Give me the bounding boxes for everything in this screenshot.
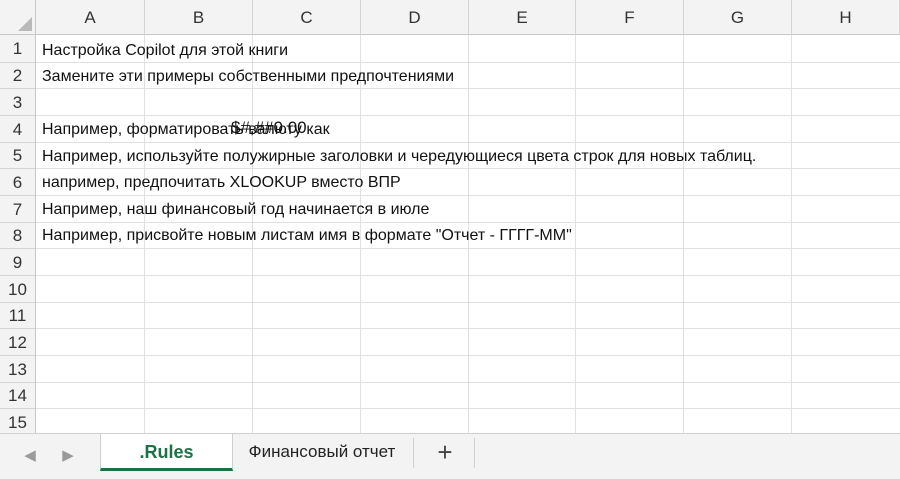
add-sheet-icon[interactable]: + bbox=[430, 438, 460, 468]
cell-a5[interactable]: Например, используйте полужирные заголов… bbox=[42, 144, 756, 170]
column-header-h[interactable]: H bbox=[792, 0, 900, 35]
row-header-9[interactable]: 9 bbox=[0, 249, 36, 276]
column-header-d[interactable]: D bbox=[361, 0, 469, 35]
gridline bbox=[575, 35, 576, 433]
column-header-f[interactable]: F bbox=[576, 0, 684, 35]
cell-a2[interactable]: Замените эти примеры собственными предпо… bbox=[42, 64, 454, 90]
row-header-4[interactable]: 4 bbox=[0, 116, 36, 143]
previous-sheet-icon[interactable]: ◀ bbox=[20, 444, 40, 468]
cell-a7[interactable]: Например, наш финансовый год начинается … bbox=[42, 197, 429, 223]
cell-a6[interactable]: например, предпочитать XLOOKUP вместо ВП… bbox=[42, 170, 401, 196]
column-header-a[interactable]: A bbox=[36, 0, 145, 35]
sheet-tab-rules[interactable]: .Rules bbox=[100, 434, 233, 471]
cell-a8[interactable]: Например, присвойте новым листам имя в ф… bbox=[42, 223, 572, 249]
row-header-10[interactable]: 10 bbox=[0, 276, 36, 303]
tab-divider bbox=[413, 438, 414, 468]
select-all-corner[interactable] bbox=[0, 0, 36, 35]
sheet-tab-bar: ◀ ▶ .Rules Финансовый отчет + bbox=[0, 433, 900, 479]
column-header-b[interactable]: B bbox=[145, 0, 253, 35]
gridline bbox=[36, 382, 900, 383]
row-header-11[interactable]: 11 bbox=[0, 303, 36, 329]
gridline bbox=[36, 408, 900, 409]
row-header-13[interactable]: 13 bbox=[0, 356, 36, 383]
row-header-7[interactable]: 7 bbox=[0, 196, 36, 223]
cell-a1[interactable]: Настройка Copilot для этой книги bbox=[42, 38, 288, 64]
row-header-3[interactable]: 3 bbox=[0, 89, 36, 116]
row-header-15[interactable]: 15 bbox=[0, 409, 36, 433]
row-header-12[interactable]: 12 bbox=[0, 329, 36, 356]
cell-a4-format-overlay: $#,##0.00 bbox=[231, 118, 307, 137]
next-sheet-icon[interactable]: ▶ bbox=[58, 444, 78, 468]
spreadsheet-grid[interactable]: A B C D E F G H 1 2 3 4 5 6 7 8 9 10 11 … bbox=[0, 0, 900, 433]
select-all-triangle-icon bbox=[18, 17, 32, 31]
tab-divider bbox=[474, 438, 475, 468]
row-header-8[interactable]: 8 bbox=[0, 223, 36, 249]
gridline bbox=[36, 275, 900, 276]
gridline bbox=[36, 328, 900, 329]
gridline bbox=[36, 355, 900, 356]
gridline bbox=[683, 35, 684, 433]
gridline bbox=[36, 302, 900, 303]
column-header-c[interactable]: C bbox=[253, 0, 361, 35]
column-header-e[interactable]: E bbox=[469, 0, 576, 35]
sheet-tab-financial-report[interactable]: Финансовый отчет bbox=[232, 434, 412, 470]
gridline bbox=[36, 115, 900, 116]
row-header-1[interactable]: 1 bbox=[0, 35, 36, 63]
row-header-5[interactable]: 5 bbox=[0, 143, 36, 169]
row-header-14[interactable]: 14 bbox=[0, 383, 36, 409]
gridline bbox=[791, 35, 792, 433]
column-header-g[interactable]: G bbox=[684, 0, 792, 35]
row-header-2[interactable]: 2 bbox=[0, 63, 36, 89]
row-header-6[interactable]: 6 bbox=[0, 169, 36, 196]
